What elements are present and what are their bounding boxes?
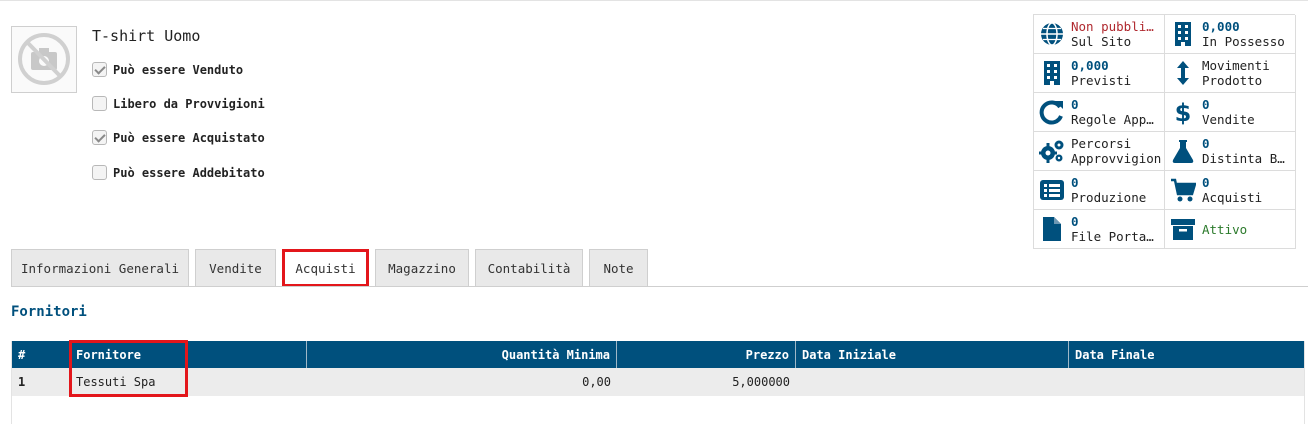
list-icon [1039, 177, 1065, 203]
smart-button-documents[interactable]: 0 File Porta… [1034, 210, 1165, 249]
section-title-vendors: Fornitori [11, 304, 87, 320]
column-header-date-start[interactable]: Data Iniziale [796, 341, 1069, 368]
smart-button-label: Sul Sito [1071, 34, 1132, 49]
smart-button-label: Acquisti [1202, 190, 1263, 205]
cell-date-end [1069, 368, 1304, 396]
smart-button-label: Vendite [1202, 112, 1255, 127]
smart-button-label: In Possesso [1202, 34, 1285, 49]
smart-button-value: 0 [1071, 214, 1079, 229]
globe-icon [1039, 21, 1065, 47]
smart-button-label: Previsti [1071, 73, 1132, 88]
smart-button-value: 0,000 [1202, 19, 1240, 34]
dollar-icon: $ [1170, 99, 1196, 125]
smart-button-value: 0 [1071, 175, 1079, 190]
option-chargeable[interactable]: Può essere Addebitato [92, 165, 265, 180]
top-divider [0, 0, 1308, 1]
smart-button-value: Movimenti [1202, 58, 1270, 73]
checkbox-chargeable[interactable] [92, 165, 107, 180]
smart-button-value: 0 [1071, 97, 1079, 112]
svg-text:$: $ [1175, 99, 1192, 125]
smart-button-routes[interactable]: Percorsi Approvvigion [1034, 132, 1165, 171]
table-header: # Fornitore Quantità Minima Prezzo Data … [12, 341, 1304, 368]
option-label: Può essere Addebitato [113, 165, 265, 180]
option-sale-ok[interactable]: Può essere Venduto [92, 62, 243, 77]
building-icon [1170, 21, 1196, 47]
checkbox-sale-ok[interactable] [92, 62, 107, 77]
smart-button-value: Percorsi [1071, 136, 1132, 151]
product-name[interactable]: T-shirt Uomo [92, 27, 200, 45]
cart-icon [1170, 177, 1196, 203]
smart-button-label: File Porta… [1071, 229, 1154, 244]
table-row[interactable]: 1 Tessuti Spa 0,00 5,000000 [12, 368, 1304, 396]
column-header-date-end[interactable]: Data Finale [1069, 341, 1304, 368]
smart-button-website[interactable]: Non pubbli… Sul Sito [1034, 15, 1165, 54]
option-label: Può essere Acquistato [113, 130, 265, 145]
archive-icon [1170, 216, 1196, 242]
smart-button-bom[interactable]: 0 Distinta B… [1165, 132, 1296, 171]
vendors-table: # Fornitore Quantità Minima Prezzo Data … [11, 341, 1305, 424]
tab-accounting[interactable]: Contabilità [475, 249, 583, 286]
tabs-divider [11, 286, 1308, 287]
smart-button-archive[interactable]: Attivo [1165, 210, 1296, 249]
option-label: Libero da Provvigioni [113, 96, 265, 111]
option-purchase-ok[interactable]: Può essere Acquistato [92, 130, 265, 145]
checkbox-no-commission[interactable] [92, 96, 107, 111]
column-header-price[interactable]: Prezzo [617, 341, 796, 368]
refresh-icon [1039, 99, 1065, 125]
smart-button-label: Prodotto [1202, 73, 1263, 88]
cell-price: 5,000000 [732, 375, 790, 389]
smart-button-label: Distinta B… [1202, 151, 1285, 166]
flask-icon [1170, 138, 1196, 164]
smart-button-stock-moves[interactable]: Movimenti Prodotto [1165, 54, 1296, 93]
notebook-tabs: Informazioni Generali Vendite Acquisti M… [11, 249, 654, 287]
smart-button-label: Approvvigion [1071, 151, 1162, 166]
tab-general-info[interactable]: Informazioni Generali [11, 249, 189, 286]
highlight-vendor-column [69, 340, 188, 397]
gears-icon [1039, 138, 1065, 164]
smart-button-purchases[interactable]: 0 Acquisti [1165, 171, 1296, 210]
smart-button-forecasted[interactable]: 0,000 Previsti [1034, 54, 1165, 93]
cell-min-qty: 0,00 [582, 375, 611, 389]
file-icon [1039, 216, 1065, 242]
smart-button-value: 0 [1202, 136, 1210, 151]
building-icon [1039, 60, 1065, 86]
smart-button-value: 0 [1202, 97, 1210, 112]
smart-button-label: Produzione [1071, 190, 1147, 205]
camera-disabled-icon [18, 33, 70, 85]
cell-number: 1 [18, 375, 26, 389]
column-header-min-qty[interactable]: Quantità Minima [307, 341, 617, 368]
product-image[interactable] [11, 26, 77, 93]
tab-purchase[interactable]: Acquisti [282, 249, 369, 287]
checkbox-purchase-ok[interactable] [92, 130, 107, 145]
tab-inventory[interactable]: Magazzino [375, 249, 469, 286]
option-no-commission[interactable]: Libero da Provvigioni [92, 96, 265, 111]
cell-date-start [796, 368, 1069, 396]
smart-buttons-panel: Non pubbli… Sul Sito 0,000 In Possesso 0,0… [1033, 14, 1296, 249]
arrows-vertical-icon [1170, 60, 1196, 86]
smart-button-label: Attivo [1202, 221, 1248, 237]
tab-sales[interactable]: Vendite [195, 249, 276, 286]
smart-button-reordering-rules[interactable]: 0 Regole App… [1034, 93, 1165, 132]
smart-button-sales[interactable]: $ 0 Vendite [1165, 93, 1296, 132]
column-header-number[interactable]: # [12, 341, 70, 368]
smart-button-label: Regole App… [1071, 112, 1154, 127]
smart-button-value: 0,000 [1071, 58, 1109, 73]
option-label: Può essere Venduto [113, 62, 244, 77]
smart-button-value: 0 [1202, 175, 1210, 190]
tab-notes[interactable]: Note [589, 249, 648, 286]
smart-button-manufacturing[interactable]: 0 Produzione [1034, 171, 1165, 210]
smart-button-on-hand[interactable]: 0,000 In Possesso [1165, 15, 1296, 54]
smart-button-value: Non pubbli… [1071, 19, 1154, 34]
